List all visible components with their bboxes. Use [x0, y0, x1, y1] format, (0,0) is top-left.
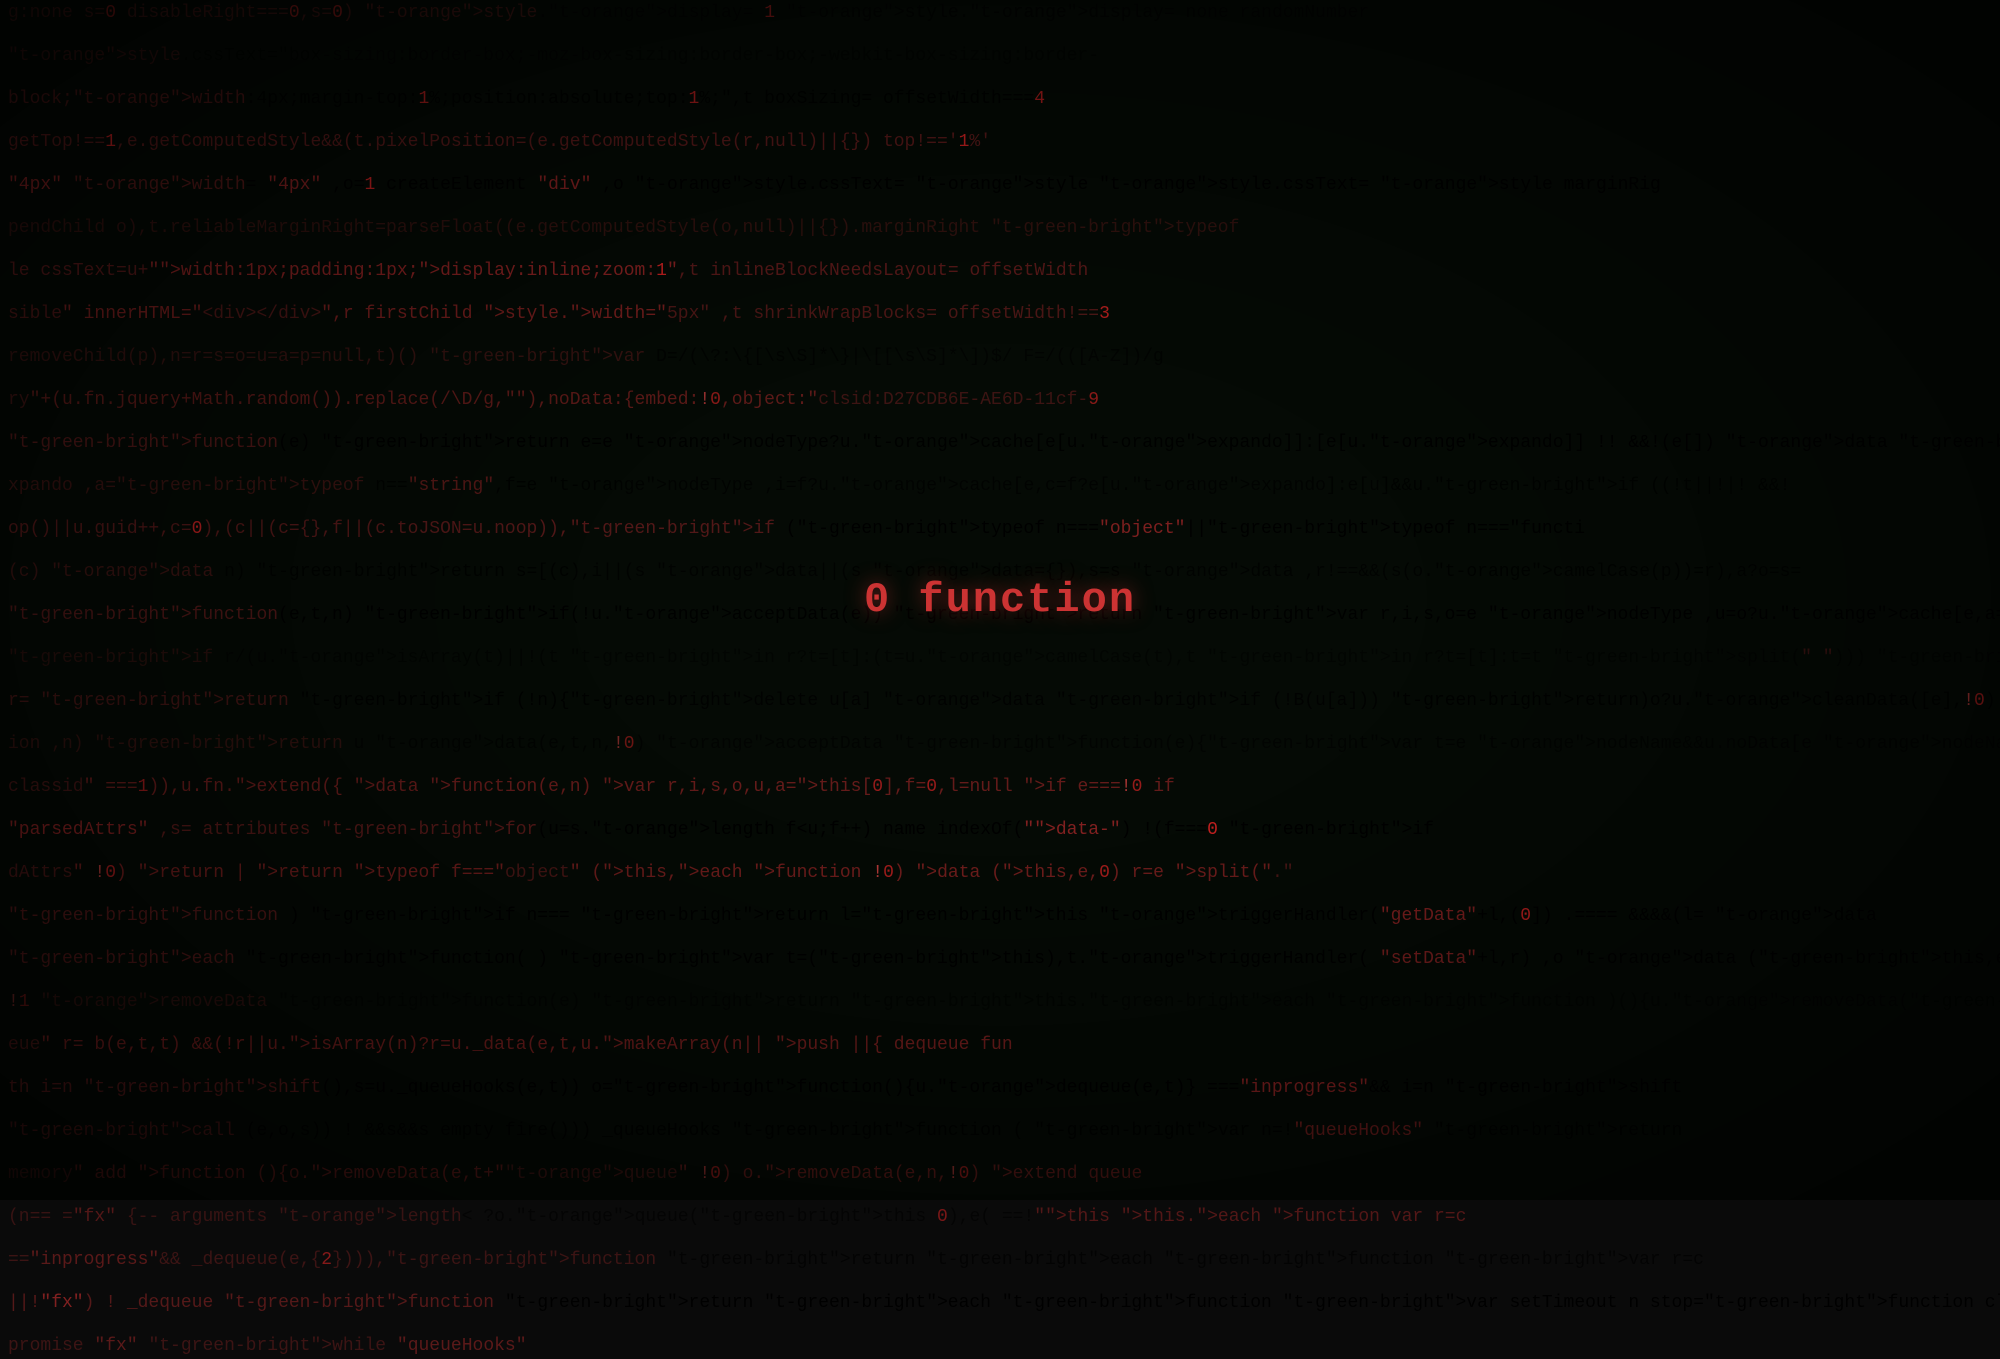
code-line: ||!"fx") ! _dequeue "t-green-bright">fun…: [0, 1290, 2000, 1316]
function-count-label: 0 function: [864, 576, 1136, 624]
center-display: 0 function: [864, 576, 1136, 624]
code-line: (n== ="fx" {-- arguments "t-orange">leng…: [0, 1204, 2000, 1230]
code-line: =="inprogress"&& _dequeue(e,{2}))),"t-gr…: [0, 1247, 2000, 1273]
code-line: promise "fx" "t-green-bright">while "que…: [0, 1333, 2000, 1359]
